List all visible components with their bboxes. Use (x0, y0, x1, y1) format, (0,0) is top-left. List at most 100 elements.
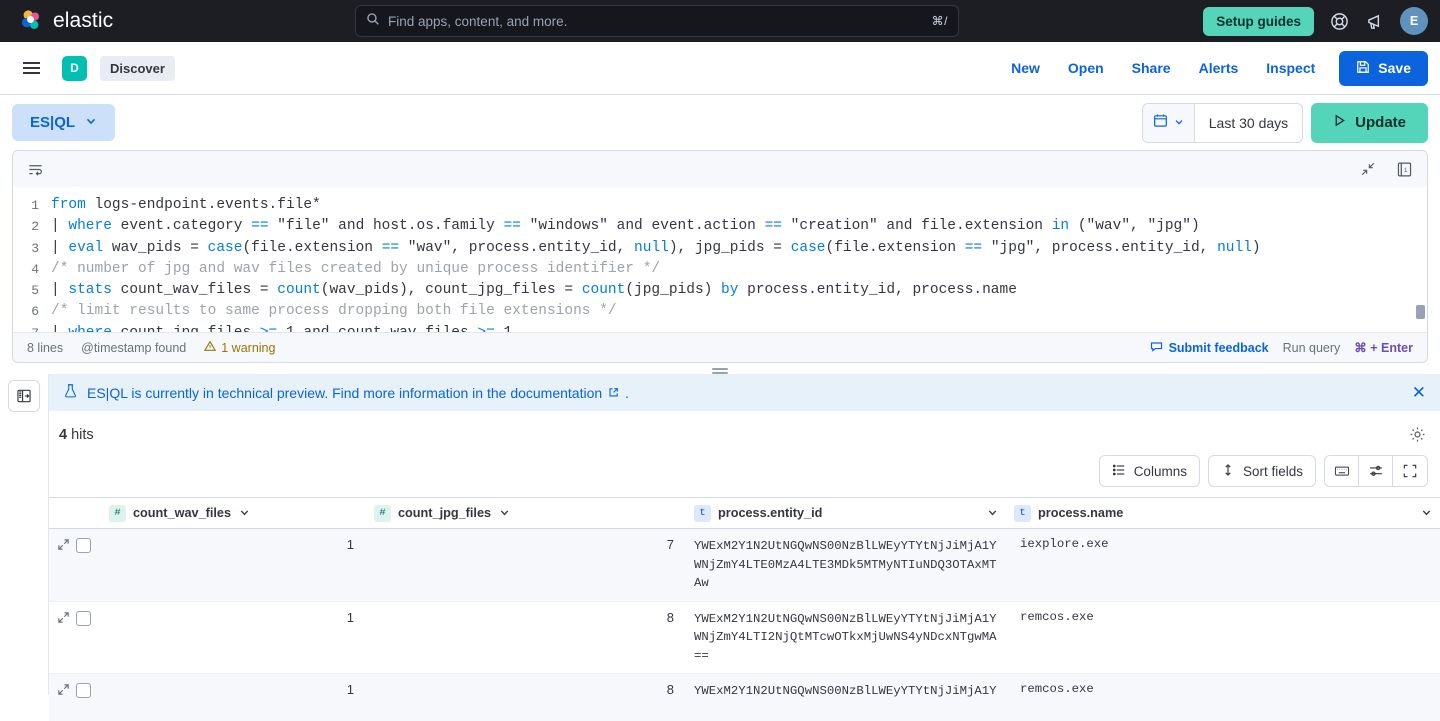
hamburger-menu-icon[interactable] (16, 53, 46, 83)
nav-link-inspect[interactable]: Inspect (1252, 54, 1329, 82)
expand-row-icon[interactable] (57, 611, 70, 624)
cell-process-name: remcos.exe (1006, 602, 1440, 674)
documentation-link[interactable]: documentation (510, 385, 602, 401)
cell-process-entity-id: YWExM2Y1N2UtNGQwNS00NzBlLWEyYTYtNjJiMjA1… (686, 674, 1006, 721)
elastic-logo-icon (20, 9, 44, 33)
help-lifebuoy-icon[interactable] (1328, 10, 1350, 32)
nav-link-new[interactable]: New (997, 54, 1054, 82)
chevron-down-icon (85, 114, 97, 131)
line-number: 2 (13, 216, 51, 237)
nav-link-share[interactable]: Share (1118, 54, 1185, 82)
gear-icon[interactable] (1409, 426, 1426, 443)
code-line[interactable]: 6/* limit results to same process droppi… (13, 301, 1427, 322)
columns-button[interactable]: Columns (1099, 455, 1200, 487)
expand-sidebar-panel-icon[interactable] (8, 380, 40, 412)
nav-link-open[interactable]: Open (1054, 54, 1118, 82)
code-line[interactable]: 3| eval wav_pids = case(file.extension =… (13, 238, 1427, 259)
code-text: /* number of jpg and wav files created b… (51, 259, 660, 280)
chevron-down-icon[interactable] (1421, 506, 1432, 521)
cell-count-jpg-files: 8 (366, 674, 686, 721)
nav-link-alerts[interactable]: Alerts (1185, 54, 1253, 82)
table-row[interactable]: 18YWExM2Y1N2UtNGQwNS00NzBlLWEyYTYtNjJiMj… (49, 602, 1440, 675)
code-line[interactable]: 4/* number of jpg and wav files created … (13, 259, 1427, 280)
row-checkbox[interactable] (76, 683, 91, 698)
line-number: 6 (13, 301, 51, 322)
date-range-text[interactable]: Last 30 days (1195, 115, 1302, 131)
code-line[interactable]: 1from logs-endpoint.events.file* (13, 195, 1427, 216)
editor-toolbar: i (13, 151, 1427, 187)
table-row[interactable]: 18YWExM2Y1N2UtNGQwNS00NzBlLWEyYTYtNjJiMj… (49, 674, 1440, 721)
column-header-count-jpg-files[interactable]: # count_jpg_files (366, 498, 686, 528)
field-type-number-icon: # (374, 505, 391, 522)
hits-row: 4 hits (49, 411, 1440, 449)
results-data-grid: # count_wav_files # count_jpg_files t (49, 497, 1440, 721)
language-selector-esql[interactable]: ES|QL (12, 104, 115, 141)
lines-count: 8 lines (27, 341, 63, 355)
results-main-column: ES|QL is currently in technical preview.… (48, 374, 1440, 695)
cell-process-entity-id: YWExM2Y1N2UtNGQwNS00NzBlLWEyYTYtNjJiMjA1… (686, 602, 1006, 674)
submit-feedback-link[interactable]: Submit feedback (1150, 340, 1269, 356)
submit-feedback-label: Submit feedback (1169, 341, 1269, 355)
fullscreen-expand-icon[interactable] (1393, 456, 1427, 486)
editor-resize-handle[interactable] (0, 363, 1440, 374)
cell-count-wav-files: 1 (101, 602, 366, 674)
date-quick-menu-button[interactable] (1143, 104, 1195, 142)
breadcrumb[interactable]: Discover (100, 56, 175, 81)
warning-text: 1 warning (221, 341, 275, 355)
callout-text-after: . (625, 385, 629, 401)
table-row[interactable]: 17YWExM2Y1N2UtNGQwNS00NzBlLWEyYTYtNjJiMj… (49, 529, 1440, 602)
documentation-book-icon[interactable]: i (1396, 161, 1413, 178)
close-x-icon[interactable]: ✕ (1412, 384, 1426, 401)
setup-guides-button[interactable]: Setup guides (1203, 7, 1314, 36)
collapse-arrows-icon[interactable] (1360, 161, 1376, 177)
warning-status[interactable]: 1 warning (204, 340, 275, 355)
row-checkbox[interactable] (76, 538, 91, 553)
code-line[interactable]: 2| where event.category == "file" and ho… (13, 216, 1427, 237)
search-icon (366, 12, 380, 31)
expand-row-icon[interactable] (57, 538, 70, 551)
editor-status-bar: 8 lines @timestamp found 1 warning Submi… (13, 332, 1427, 362)
field-type-text-icon: t (694, 505, 711, 522)
brand[interactable]: elastic (12, 9, 113, 33)
code-text: | eval wav_pids = case(file.extension ==… (51, 238, 1261, 259)
chevron-down-icon[interactable] (499, 506, 510, 521)
query-bar-row: ES|QL Last 30 days (0, 95, 1440, 150)
sort-fields-button[interactable]: Sort fields (1208, 455, 1316, 487)
column-name: process.name (1038, 506, 1123, 520)
code-line[interactable]: 5| stats count_wav_files = count(wav_pid… (13, 280, 1427, 301)
word-wrap-icon[interactable] (27, 161, 44, 178)
callout-text-before: ES|QL is currently in technical preview.… (87, 385, 510, 401)
row-checkbox[interactable] (76, 611, 91, 626)
date-picker[interactable]: Last 30 days (1142, 103, 1303, 143)
update-button[interactable]: Update (1311, 103, 1428, 143)
list-columns-icon (1112, 463, 1126, 480)
global-search-input[interactable]: Find apps, content, and more. ⌘/ (355, 5, 959, 37)
technical-preview-callout: ES|QL is currently in technical preview.… (49, 374, 1440, 411)
beaker-flask-icon (63, 383, 78, 402)
display-sliders-icon[interactable] (1359, 456, 1393, 486)
sort-fields-button-label: Sort fields (1243, 464, 1303, 479)
results-area: ES|QL is currently in technical preview.… (0, 374, 1440, 695)
cell-process-entity-id: YWExM2Y1N2UtNGQwNS00NzBlLWEyYTYtNjJiMjA1… (686, 529, 1006, 601)
keyboard-icon[interactable] (1325, 456, 1359, 486)
language-label: ES|QL (30, 114, 75, 131)
chevron-down-icon[interactable] (239, 506, 250, 521)
chevron-down-icon[interactable] (987, 506, 998, 521)
expand-row-icon[interactable] (57, 683, 70, 696)
save-button[interactable]: Save (1339, 51, 1428, 86)
line-number: 4 (13, 259, 51, 280)
esql-editor-panel: i 1from logs-endpoint.events.file*2| whe… (12, 150, 1428, 363)
user-avatar[interactable]: E (1400, 7, 1428, 35)
line-number: 3 (13, 238, 51, 259)
column-name: count_jpg_files (398, 506, 491, 520)
editor-scrollbar[interactable] (1416, 305, 1425, 319)
announcements-megaphone-icon[interactable] (1364, 10, 1386, 32)
cell-count-wav-files: 1 (101, 674, 366, 721)
esql-code-editor[interactable]: 1from logs-endpoint.events.file*2| where… (13, 187, 1427, 332)
line-number: 7 (13, 323, 51, 332)
grid-header-row: # count_wav_files # count_jpg_files t (49, 497, 1440, 529)
column-header-process-name[interactable]: t process.name (1006, 498, 1440, 528)
column-header-process-entity-id[interactable]: t process.entity_id (686, 498, 1006, 528)
column-header-count-wav-files[interactable]: # count_wav_files (101, 498, 366, 528)
code-line[interactable]: 7| where count_jpg_files >= 1 and count_… (13, 323, 1427, 332)
